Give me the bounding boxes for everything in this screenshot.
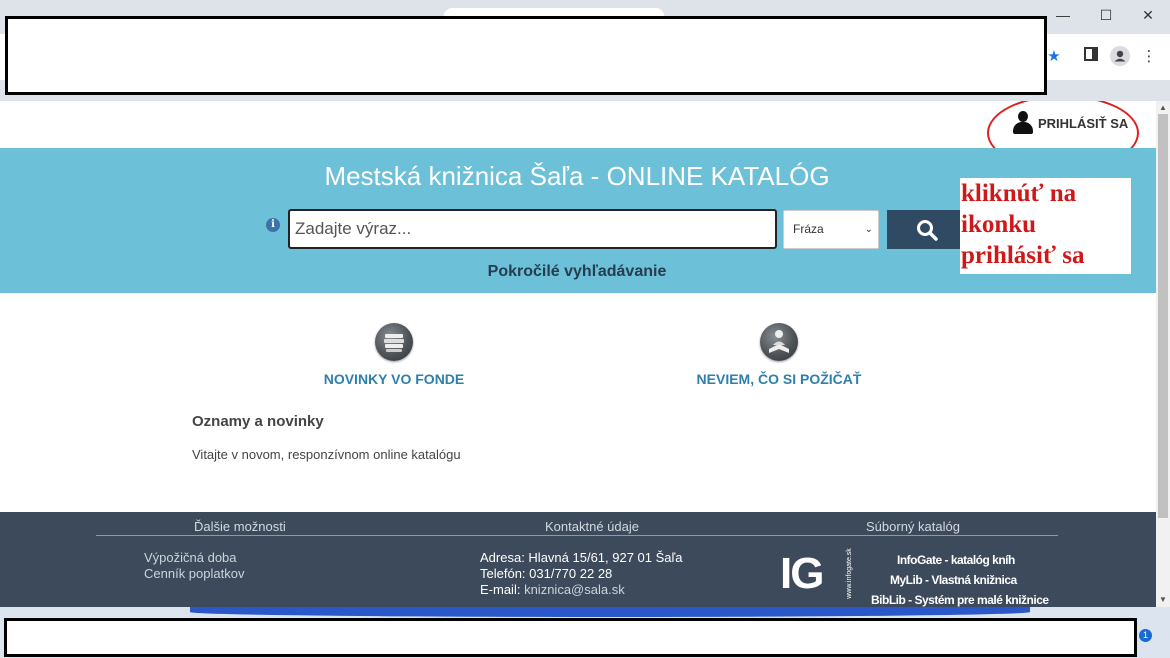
- footer-heading: Ďalšie možnosti: [194, 519, 286, 534]
- feature-label: NEVIEM, ČO SI POŽIČAŤ: [696, 371, 862, 387]
- footer-link[interactable]: Výpožičná doba: [144, 550, 237, 565]
- page: PRIHLÁSIŤ SA Mestská knižnica Šaľa - ONL…: [0, 101, 1156, 607]
- maximize-button[interactable]: ☐: [1085, 4, 1127, 26]
- footer-union-link[interactable]: MyLib - Vlastná knižnica: [890, 573, 1017, 587]
- footer-heading: Kontaktné údaje: [545, 519, 639, 534]
- news-text: Vitajte v novom, responzívnom online kat…: [192, 447, 461, 462]
- footer: Ďalšie možnosti Kontaktné údaje Súborný …: [0, 512, 1156, 607]
- chevron-down-icon: ⌄: [864, 224, 873, 235]
- annotation-note: kliknúť na ikonku prihlásiť sa: [960, 178, 1131, 274]
- search-mode-select[interactable]: Fráza ⌄: [783, 210, 879, 249]
- footer-link[interactable]: Cenník poplatkov: [144, 566, 244, 581]
- reader-icon: [760, 323, 798, 361]
- footer-address: Adresa: Hlavná 15/61, 927 01 Šaľa: [480, 550, 683, 565]
- profile-icon[interactable]: [1109, 46, 1131, 68]
- info-icon[interactable]: i: [266, 218, 280, 232]
- search-button[interactable]: [887, 210, 967, 249]
- footer-email-label: E-mail:: [480, 582, 521, 597]
- redacted-taskbar: [4, 618, 1137, 657]
- footer-email-link[interactable]: kniznica@sala.sk: [524, 582, 625, 597]
- minimize-button[interactable]: —: [1042, 4, 1084, 26]
- scrollbar-thumb[interactable]: [1158, 114, 1168, 518]
- books-icon: [375, 323, 413, 361]
- scroll-up-icon[interactable]: ▲: [1156, 102, 1170, 114]
- footer-phone: Telefón: 031/770 22 28: [480, 566, 613, 581]
- footer-divider: [96, 535, 1058, 536]
- close-button[interactable]: ✕: [1127, 4, 1169, 26]
- search-input[interactable]: [288, 209, 777, 249]
- notification-badge[interactable]: 1: [1139, 629, 1152, 642]
- feature-label: NOVINKY VO FONDE: [323, 371, 465, 387]
- infogate-url: www.infogate.sk: [845, 548, 853, 599]
- infogate-logo[interactable]: IG: [780, 552, 824, 596]
- news-heading: Oznamy a novinky: [192, 413, 324, 430]
- search-mode-value: Fráza: [793, 222, 824, 236]
- footer-email-row: E-mail: kniznica@sala.sk: [480, 582, 625, 597]
- sidepanel-icon[interactable]: [1080, 46, 1102, 68]
- feature-new-items[interactable]: NOVINKY VO FONDE: [309, 323, 479, 387]
- scroll-down-icon[interactable]: ▼: [1156, 594, 1170, 606]
- feature-recommend[interactable]: NEVIEM, ČO SI POŽIČAŤ: [684, 323, 874, 387]
- footer-heading: Súborný katalóg: [866, 519, 960, 534]
- desktop-wallpaper-edge: [190, 607, 1030, 617]
- search-icon: [917, 220, 938, 241]
- footer-union-link[interactable]: BibLib - Systém pre malé knižnice: [871, 593, 1049, 607]
- redacted-address-bar: [5, 16, 1047, 95]
- kebab-menu-icon[interactable]: ⋮: [1138, 46, 1160, 68]
- footer-union-link[interactable]: InfoGate - katalóg kníh: [897, 553, 1015, 567]
